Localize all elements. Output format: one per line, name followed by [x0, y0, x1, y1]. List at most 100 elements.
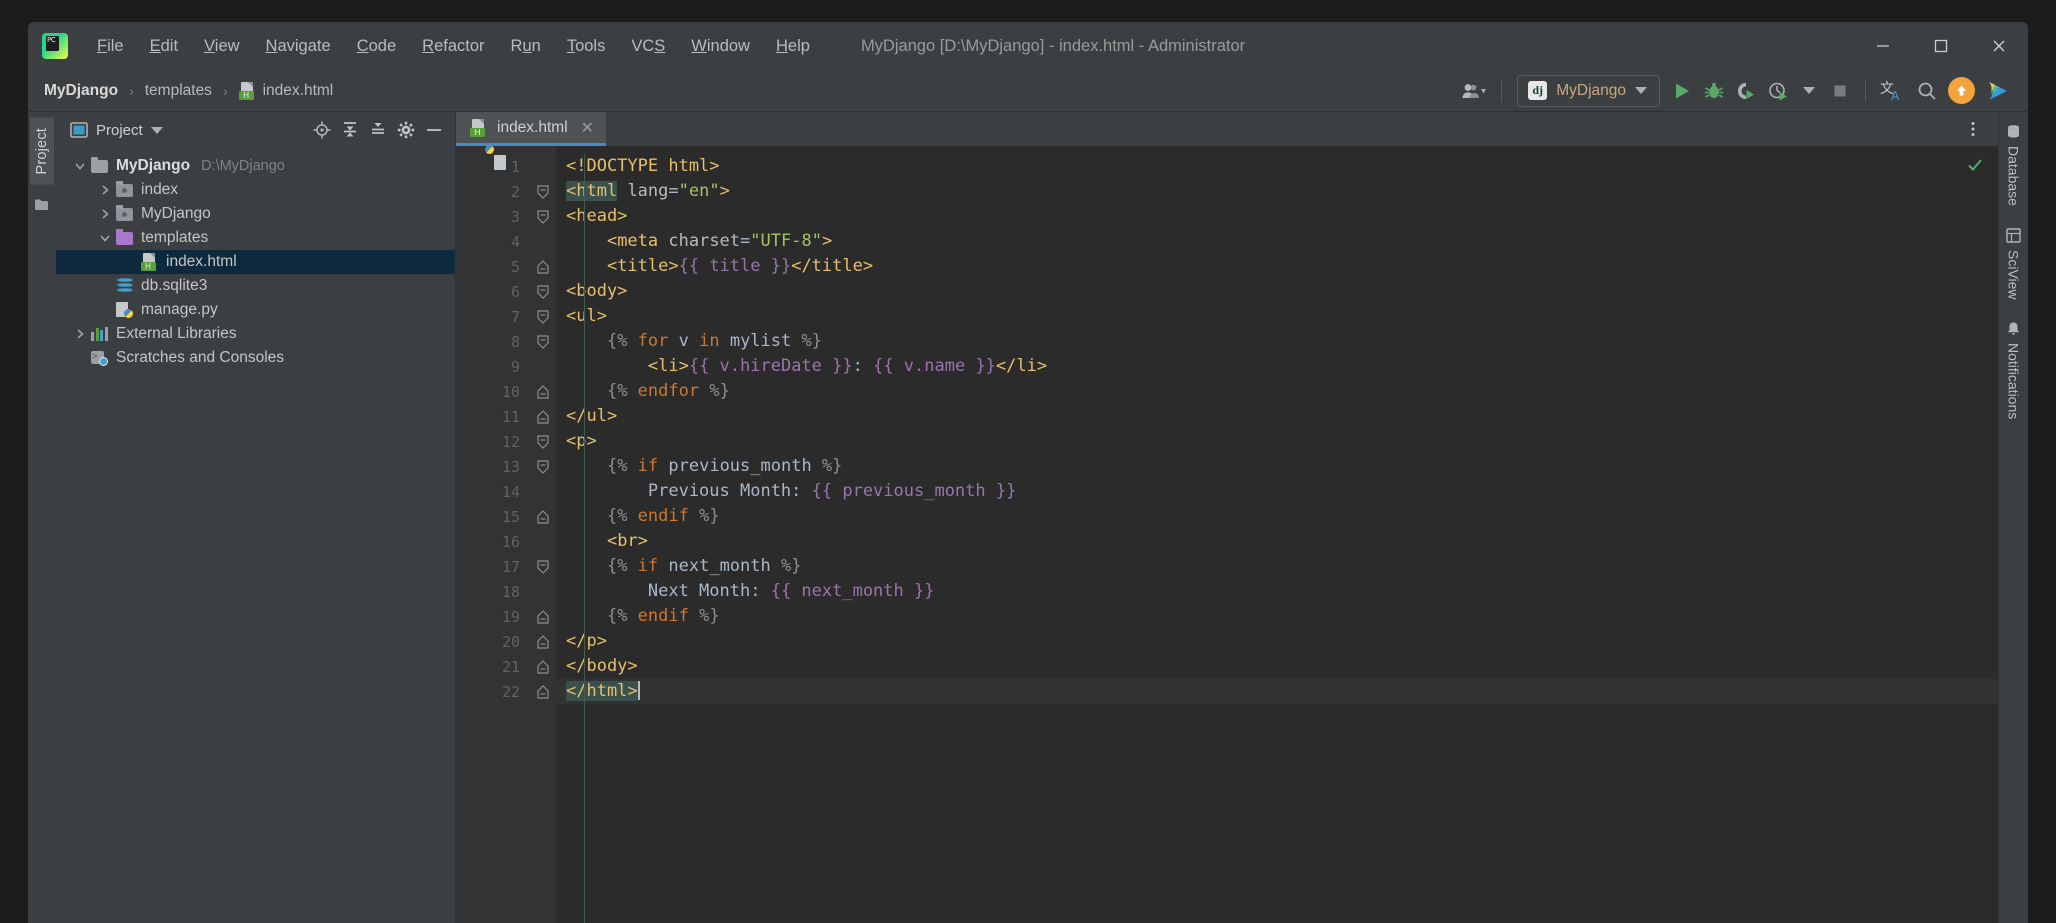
fold-marker[interactable] — [530, 304, 556, 329]
tool-window-tab-notifications[interactable]: Notifications — [2004, 317, 2024, 423]
menu-file[interactable]: File — [84, 33, 137, 60]
run-button[interactable] — [1666, 74, 1698, 108]
chevron-down-icon[interactable] — [150, 126, 163, 134]
stop-button[interactable] — [1824, 74, 1856, 108]
tree-item-templates[interactable]: templates — [56, 226, 455, 250]
fold-column[interactable] — [530, 146, 556, 923]
code-line[interactable]: {% endif %} — [556, 504, 1998, 529]
more-vertical-icon[interactable] — [1958, 112, 1988, 146]
collapse-all-icon[interactable] — [365, 117, 391, 143]
chevron-down-icon[interactable] — [95, 232, 115, 244]
code-line[interactable]: Previous Month: {{ previous_month }} — [556, 479, 1998, 504]
menu-window[interactable]: Window — [678, 33, 763, 60]
menu-tools[interactable]: Tools — [554, 33, 619, 60]
code-line[interactable]: <!DOCTYPE html> — [556, 154, 1998, 179]
code-line[interactable]: </html> — [556, 679, 1998, 704]
run-configuration-selector[interactable]: dj MyDjango — [1517, 74, 1660, 107]
tree-item-db-sqlite3[interactable]: db.sqlite3 — [56, 274, 455, 298]
fold-marker[interactable] — [530, 279, 556, 304]
code-line[interactable]: <br> — [556, 529, 1998, 554]
fold-marker[interactable] — [530, 654, 556, 679]
code-line[interactable]: {% for v in mylist %} — [556, 329, 1998, 354]
tree-item-mydjango[interactable]: MyDjango D:\MyDjango — [56, 154, 455, 178]
tree-item-manage-py[interactable]: manage.py — [56, 298, 455, 322]
structure-icon[interactable] — [34, 197, 50, 216]
editor-tab-index-html[interactable]: H index.html ✕ — [456, 112, 607, 146]
code-line[interactable]: {% endfor %} — [556, 379, 1998, 404]
code-line[interactable]: {% endif %} — [556, 604, 1998, 629]
code-line[interactable]: <ul> — [556, 304, 1998, 329]
code-content[interactable]: <!DOCTYPE html> <html lang="en"> <head> <m… — [556, 146, 1998, 923]
tree-item-index-html[interactable]: Hindex.html — [56, 250, 455, 274]
fold-marker[interactable] — [530, 179, 556, 204]
fold-marker[interactable] — [530, 629, 556, 654]
code-line[interactable]: </p> — [556, 629, 1998, 654]
fold-marker[interactable] — [530, 254, 556, 279]
close-icon[interactable]: ✕ — [581, 118, 594, 138]
fold-marker[interactable] — [530, 604, 556, 629]
chevron-right-icon[interactable] — [95, 208, 115, 220]
hide-icon[interactable] — [421, 117, 447, 143]
code-line[interactable]: {% if previous_month %} — [556, 454, 1998, 479]
inspection-ok-icon[interactable] — [1966, 156, 1984, 178]
code-line[interactable]: <title>{{ title }}</title> — [556, 254, 1998, 279]
tree-item-index[interactable]: index — [56, 178, 455, 202]
profile-button[interactable] — [1762, 74, 1794, 108]
fold-marker[interactable] — [530, 379, 556, 404]
tool-window-tab-sciview[interactable]: SciView — [2004, 224, 2024, 304]
settings-icon[interactable] — [393, 117, 419, 143]
tool-window-tab-project[interactable]: Project — [30, 118, 54, 185]
debug-button[interactable] — [1698, 74, 1730, 108]
code-line[interactable]: </body> — [556, 654, 1998, 679]
breadcrumb-item-index-html[interactable]: Hindex.html — [237, 80, 336, 102]
locate-icon[interactable] — [309, 117, 335, 143]
fold-marker[interactable] — [530, 454, 556, 479]
fold-marker[interactable] — [530, 504, 556, 529]
python-gutter-icon[interactable] — [485, 145, 512, 173]
minimize-button[interactable] — [1854, 22, 1912, 70]
menu-refactor[interactable]: Refactor — [409, 33, 497, 60]
search-everywhere-button[interactable] — [1911, 74, 1943, 108]
code-line[interactable]: {% if next_month %} — [556, 554, 1998, 579]
maximize-button[interactable] — [1912, 22, 1970, 70]
user-account-button[interactable] — [1456, 74, 1492, 108]
profile-dropdown-button[interactable] — [1794, 74, 1824, 108]
menu-edit[interactable]: Edit — [137, 33, 191, 60]
tool-window-tab-database[interactable]: Database — [2004, 120, 2024, 210]
run-coverage-button[interactable] — [1730, 74, 1762, 108]
code-line[interactable]: </ul> — [556, 404, 1998, 429]
plugin-button[interactable] — [1980, 74, 2016, 108]
code-line[interactable]: <li>{{ v.hireDate }}: {{ v.name }}</li> — [556, 354, 1998, 379]
code-line[interactable]: <head> — [556, 204, 1998, 229]
translate-button[interactable]: 文 A — [1875, 74, 1911, 108]
chevron-right-icon[interactable] — [95, 184, 115, 196]
fold-marker[interactable] — [530, 429, 556, 454]
menu-code[interactable]: Code — [344, 33, 409, 60]
code-line[interactable]: <meta charset="UTF-8"> — [556, 229, 1998, 254]
fold-marker[interactable] — [530, 404, 556, 429]
close-button[interactable] — [1970, 22, 2028, 70]
menu-help[interactable]: Help — [763, 33, 823, 60]
menu-navigate[interactable]: Navigate — [253, 33, 344, 60]
breadcrumb-item-mydjango[interactable]: MyDjango — [42, 80, 120, 102]
fold-marker[interactable] — [530, 204, 556, 229]
menu-run[interactable]: Run — [498, 33, 554, 60]
expand-all-icon[interactable] — [337, 117, 363, 143]
chevron-down-icon[interactable] — [70, 160, 90, 172]
chevron-right-icon[interactable] — [70, 328, 90, 340]
breadcrumb-item-templates[interactable]: templates — [143, 80, 214, 102]
code-line[interactable]: Next Month: {{ next_month }} — [556, 579, 1998, 604]
tree-item-external-libraries[interactable]: External Libraries — [56, 322, 455, 346]
update-button[interactable] — [1943, 74, 1980, 108]
fold-marker[interactable] — [530, 679, 556, 704]
tree-item-mydjango[interactable]: MyDjango — [56, 202, 455, 226]
code-line[interactable]: <html lang="en"> — [556, 179, 1998, 204]
fold-marker[interactable] — [530, 329, 556, 354]
tree-item-scratches-and-consoles[interactable]: > Scratches and Consoles — [56, 346, 455, 370]
code-line[interactable]: <body> — [556, 279, 1998, 304]
code-line[interactable]: <p> — [556, 429, 1998, 454]
fold-marker[interactable] — [530, 554, 556, 579]
menu-view[interactable]: View — [191, 33, 252, 60]
code-editor[interactable]: 1 2 3 4 5 6 7 8 9 10 11 12 13 14 15 16 17 18 19 20 21 22 <!DO… — [456, 145, 1998, 923]
menu-vcs[interactable]: VCS — [618, 33, 678, 60]
